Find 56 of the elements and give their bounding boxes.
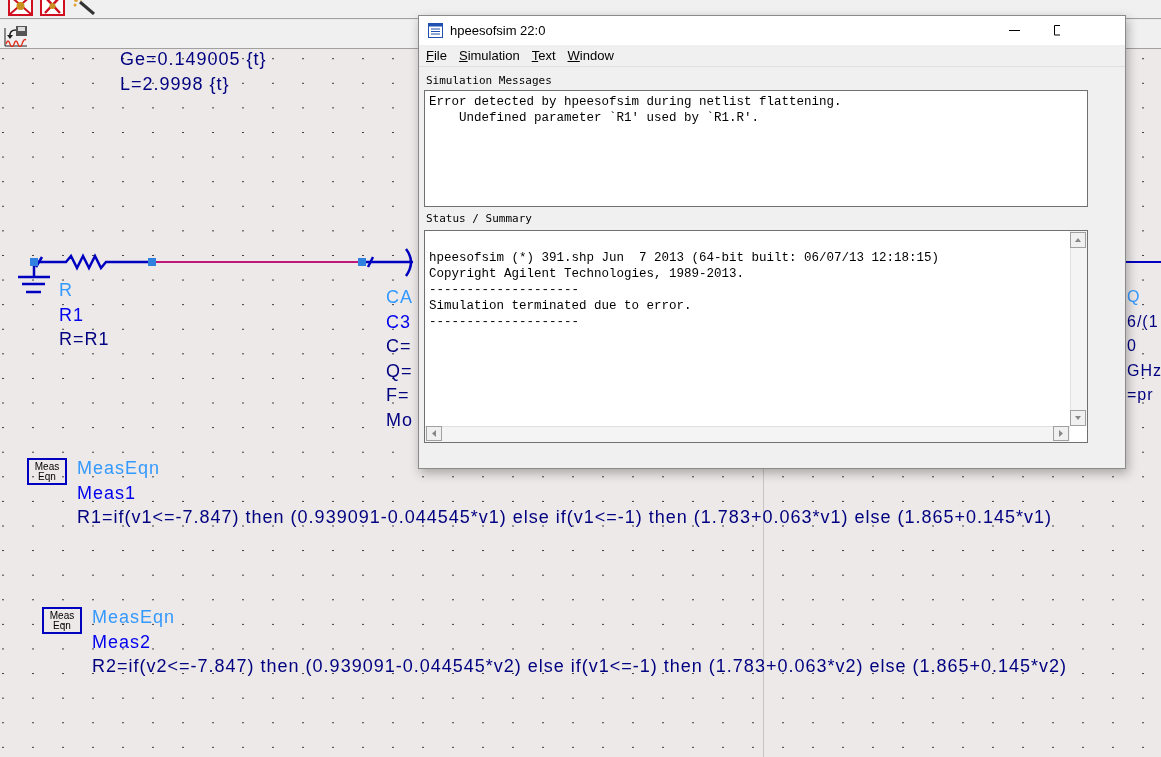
parameter-label: Ge=0.149005 {t}	[120, 48, 267, 70]
menu-item[interactable]: File	[425, 45, 448, 66]
component-name-label: Meas2	[92, 630, 152, 653]
icon-label: Eqn	[53, 620, 71, 631]
component-name-label: R1	[59, 303, 84, 326]
component-type-label: Q	[1127, 287, 1141, 307]
section-label: Simulation Messages	[426, 74, 553, 88]
parameter-label: Mo	[386, 409, 413, 431]
component-name-label: Meas1	[77, 481, 137, 504]
horizontal-scrollbar[interactable]	[425, 426, 1070, 442]
component-name-label: C3	[386, 310, 411, 333]
toolbar-tool-icon[interactable]	[8, 0, 33, 16]
component-type-label: MeasEqn	[92, 606, 176, 628]
parameter-label: L=2.9998 {t}	[120, 72, 230, 95]
log-line: hpeesofsim (*) 391.shp Jun 7 2013 (64-bit built: 06/07/13 12:18:15)	[429, 250, 940, 266]
pin	[148, 258, 156, 266]
window-list-icon	[428, 23, 443, 38]
component-type-label: R	[59, 279, 73, 301]
window-title: hpeesofsim 22:0	[450, 21, 546, 40]
parameter-label: C=	[386, 335, 412, 358]
icon-label: Meas	[49, 610, 75, 621]
log-line: Copyright Agilent Technologies, 1989-2013.	[429, 266, 746, 282]
icon-label: Meas	[34, 461, 60, 472]
component-type-label: CA	[386, 286, 413, 308]
menu-item[interactable]: Text	[530, 45, 557, 66]
component-type-label: MeasEqn	[77, 457, 161, 479]
parameter-label: R=R1	[59, 328, 110, 351]
scroll-down-icon[interactable]	[1070, 410, 1086, 426]
parameter-label: GHz	[1127, 360, 1161, 381]
scroll-right-icon[interactable]	[1053, 426, 1069, 441]
equation-text: R2=if(v2<=-7.847) then (0.939091-0.044545*v2) else if(v1<=-1) then (1.783+0.063*v2) else (1.865+0.145*v2)	[92, 655, 1068, 678]
icon-label: Eqn	[38, 471, 56, 482]
parameter-label: =pr	[1127, 385, 1154, 406]
save-chart-icon[interactable]	[4, 25, 28, 47]
log-line: --------------------	[429, 314, 581, 330]
magic-wand-icon[interactable]	[72, 0, 96, 15]
wire	[1125, 261, 1161, 263]
log-line: --------------------	[429, 282, 581, 298]
toolbar-tool-icon[interactable]	[40, 0, 65, 16]
section-label: Status / Summary	[426, 212, 533, 226]
log-line: Simulation terminated due to error.	[429, 298, 693, 314]
menu-item[interactable]: Window	[566, 45, 615, 66]
log-line: Undefined parameter `R1' used by `R1.R'.	[458, 110, 761, 126]
parameter-label: 0	[1127, 336, 1137, 357]
capacitor-symbol	[365, 248, 413, 277]
pin	[358, 258, 366, 266]
pin	[30, 258, 38, 266]
log-line: Error detected by hpeesofsim during netlist flattening.	[429, 94, 843, 110]
parameter-label: 6/(1	[1127, 311, 1159, 332]
scroll-left-icon[interactable]	[426, 426, 442, 441]
parameter-label: Q=	[386, 359, 413, 382]
parameter-label: F=	[386, 384, 410, 407]
menu-item[interactable]: Simulation	[457, 45, 521, 66]
equation-text: R1=if(v1<=-7.847) then (0.939091-0.044545*v1) else if(v1<=-1) then (1.783+0.063*v1) else (1.865+0.145*v1)	[77, 506, 1053, 529]
maximize-icon[interactable]	[1054, 25, 1060, 36]
scroll-up-icon[interactable]	[1070, 232, 1086, 248]
